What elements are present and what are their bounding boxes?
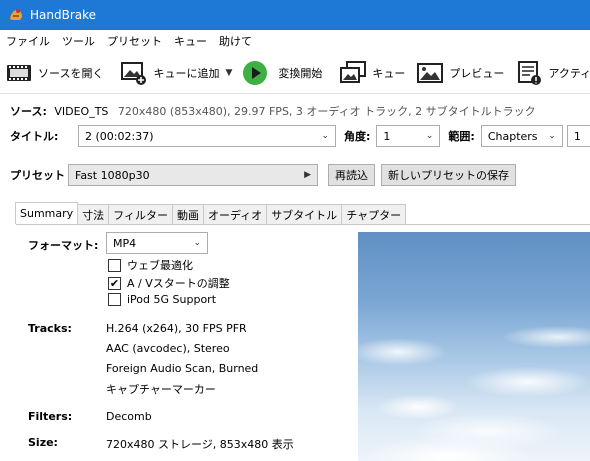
tab-filters[interactable]: フィルター <box>108 204 173 224</box>
track-video: H.264 (x264), 30 FPS PFR <box>106 322 247 335</box>
title-label: タイトル: <box>10 130 59 143</box>
source-info-line: ソース: VIDEO_TS 720x480 (853x480), 29.97 F… <box>10 103 536 119</box>
start-encode-button[interactable]: 変換開始 <box>240 55 322 91</box>
range-start-select[interactable]: 1 <box>566 125 590 147</box>
queue-button[interactable]: キュー <box>338 55 405 91</box>
preview-button[interactable]: プレビュー <box>415 55 504 91</box>
av-align-checkbox[interactable]: ✔ A / Vスタートの調整 <box>108 275 230 291</box>
chevron-down-icon: ⌄ <box>548 131 556 141</box>
angle-select[interactable]: 1 ⌄ <box>376 125 441 147</box>
open-source-button[interactable]: ソースを開く <box>4 55 103 91</box>
chevron-down-icon: ⌄ <box>321 131 329 141</box>
tab-summary[interactable]: Summary <box>15 202 79 224</box>
menu-presets[interactable]: プリセット <box>101 33 168 49</box>
chevron-right-icon: ▶ <box>304 170 311 180</box>
tracks-label: Tracks: <box>28 322 72 335</box>
open-source-label: ソースを開く <box>38 66 104 80</box>
add-to-queue-button[interactable]: キューに追加 ▼ <box>119 55 232 91</box>
activity-log-button[interactable]: アクティビ <box>514 55 590 91</box>
filters-label: Filters: <box>28 410 73 423</box>
handbrake-app-icon <box>10 9 22 20</box>
chevron-down-icon[interactable]: ▼ <box>225 68 232 78</box>
tab-video[interactable]: 動画 <box>171 204 204 224</box>
settings-tabs: Summary 寸法 フィルター 動画 オーディオ サブタイトル チャプター <box>15 202 407 224</box>
ipod-support-checkbox[interactable]: iPod 5G Support <box>108 293 216 306</box>
queue-label: キュー <box>372 66 406 80</box>
preview-icon <box>415 58 445 88</box>
window-title: HandBrake <box>30 8 97 22</box>
activity-log-icon <box>514 58 544 88</box>
tab-chapters[interactable]: チャプター <box>341 204 407 224</box>
add-to-queue-label: キューに追加 <box>153 66 220 80</box>
tab-panel-border <box>16 224 590 225</box>
preset-select[interactable]: Fast 1080p30 ▶ <box>68 164 318 186</box>
activity-log-label: アクティビ <box>548 66 590 80</box>
source-label: ソース: <box>10 105 47 118</box>
format-select-value: MP4 <box>113 236 137 250</box>
checkmark-icon: ✔ <box>108 276 121 290</box>
tab-subtitles[interactable]: サブタイトル <box>266 204 343 224</box>
angle-label: 角度: <box>344 130 371 143</box>
title-select[interactable]: 2 (00:02:37) ⌄ <box>78 125 336 147</box>
web-optimized-checkbox[interactable]: ウェブ最適化 <box>108 257 193 273</box>
menu-help[interactable]: 助けて <box>213 33 258 49</box>
preset-select-value: Fast 1080p30 <box>75 168 150 182</box>
queue-icon <box>338 58 368 88</box>
title-bar: HandBrake <box>0 0 590 30</box>
preset-row: プリセット Fast 1080p30 ▶ 再読込 新しいプリセットの保存 <box>10 164 516 186</box>
format-label: フォーマット: <box>28 239 99 252</box>
source-name: VIDEO_TS <box>54 105 109 118</box>
format-select[interactable]: MP4 ⌄ <box>106 232 208 254</box>
ipod-support-label: iPod 5G Support <box>127 293 217 306</box>
range-start-value: 1 <box>573 129 581 143</box>
source-details: 720x480 (853x480), 29.97 FPS, 3 オーディオ トラ… <box>117 105 536 118</box>
menu-tools[interactable]: ツール <box>56 33 101 49</box>
av-align-label: A / Vスタートの調整 <box>127 277 230 290</box>
range-type-select[interactable]: Chapters ⌄ <box>480 125 563 147</box>
title-select-value: 2 (00:02:37) <box>85 129 154 143</box>
web-optimized-label: ウェブ最適化 <box>127 259 193 272</box>
menu-file[interactable]: ファイル <box>0 33 56 49</box>
menu-bar: ファイル ツール プリセット キュー 助けて <box>0 30 590 52</box>
tab-dimensions[interactable]: 寸法 <box>77 204 110 224</box>
menu-queue[interactable]: キュー <box>168 33 213 49</box>
play-icon <box>240 58 270 88</box>
reload-preset-button[interactable]: 再読込 <box>328 164 375 186</box>
range-label: 範囲: <box>448 130 475 143</box>
checkbox-box <box>108 293 121 306</box>
chevron-down-icon: ⌄ <box>425 131 434 141</box>
add-image-icon <box>119 58 149 88</box>
checkbox-box <box>108 258 121 272</box>
title-row: タイトル: 2 (00:02:37) ⌄ 角度: 1 ⌄ 範囲: Chapter… <box>10 125 590 147</box>
preview-label: プレビュー <box>449 66 505 80</box>
range-type-value: Chapters <box>487 129 538 143</box>
filters-value: Decomb <box>106 410 152 423</box>
toolbar: ソースを開く キューに追加 ▼ 変換開始 キュー プレビュー アクティ <box>0 52 590 94</box>
angle-select-value: 1 <box>383 129 391 143</box>
preset-label: プリセット <box>10 169 65 182</box>
start-encode-label: 変換開始 <box>278 66 323 80</box>
film-icon <box>4 58 34 88</box>
preview-image <box>358 232 590 461</box>
track-chapters: キャプチャーマーカー <box>106 383 216 396</box>
size-value: 720x480 ストレージ, 853x480 表示 <box>106 438 294 451</box>
chevron-down-icon: ⌄ <box>193 238 201 248</box>
track-subtitle: Foreign Audio Scan, Burned <box>106 362 259 375</box>
size-label: Size: <box>28 436 58 449</box>
tab-audio[interactable]: オーディオ <box>202 204 268 224</box>
track-audio: AAC (avcodec), Stereo <box>106 342 230 355</box>
save-new-preset-button[interactable]: 新しいプリセットの保存 <box>381 164 516 186</box>
